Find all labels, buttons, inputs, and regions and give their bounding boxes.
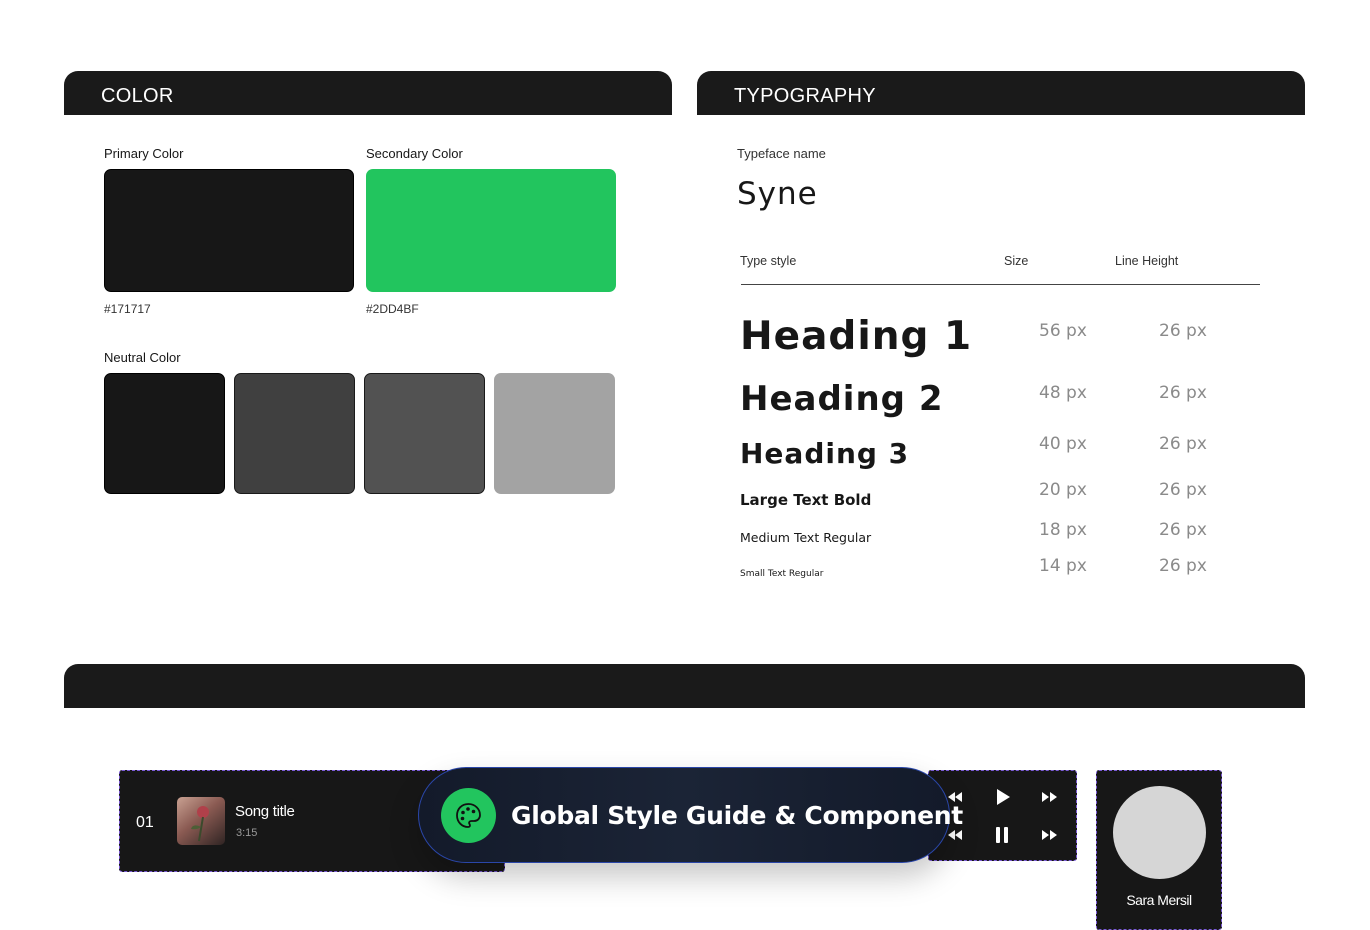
neutral-swatch-2[interactable] (234, 373, 355, 494)
type-style-header: Type style (740, 254, 797, 268)
palette-icon-circle (441, 788, 496, 843)
line-height-header: Line Height (1115, 254, 1179, 268)
song-title: Song title (235, 803, 295, 820)
small-text-size: 14 px (1039, 556, 1087, 576)
primary-color-hex: #171717 (104, 302, 151, 316)
typeface-name: Syne (737, 176, 818, 212)
components-panel-header (64, 664, 1305, 708)
neutral-color-label: Neutral Color (104, 350, 181, 365)
large-text-line-height: 26 px (1159, 480, 1207, 500)
pause-icon[interactable] (994, 826, 1010, 844)
fast-forward-icon[interactable] (1041, 827, 1059, 843)
typography-panel-header: TYPOGRAPHY (697, 71, 1305, 115)
song-duration: 3:15 (236, 827, 258, 839)
heading-2-size: 48 px (1039, 383, 1087, 403)
play-icon[interactable] (995, 788, 1011, 806)
large-text-size: 20 px (1039, 480, 1087, 500)
rose-icon (191, 806, 209, 842)
secondary-color-label: Secondary Color (366, 146, 463, 161)
secondary-color-swatch[interactable] (366, 169, 616, 292)
profile-card[interactable]: Sara Mersil (1096, 770, 1222, 930)
size-header: Size (1004, 254, 1029, 268)
heading-2-line-height: 26 px (1159, 383, 1207, 403)
song-number: 01 (136, 814, 154, 831)
heading-3-sample: Heading 3 (740, 437, 910, 470)
typeface-label: Typeface name (737, 146, 826, 161)
profile-name: Sara Mersil (1126, 892, 1192, 908)
table-divider (741, 284, 1260, 285)
secondary-color-hex: #2DD4BF (366, 302, 419, 316)
heading-3-size: 40 px (1039, 434, 1087, 454)
primary-color-label: Primary Color (104, 146, 184, 161)
typography-panel-title: TYPOGRAPHY (734, 85, 876, 107)
medium-text-size: 18 px (1039, 520, 1087, 540)
album-cover (177, 797, 225, 845)
large-text-bold-sample: Large Text Bold (740, 491, 872, 509)
style-guide-badge: Global Style Guide & Component (418, 767, 963, 863)
heading-2-sample: Heading 2 (740, 379, 944, 419)
color-panel-title: COLOR (101, 85, 174, 107)
medium-text-line-height: 26 px (1159, 520, 1207, 540)
heading-3-line-height: 26 px (1159, 434, 1207, 454)
neutral-swatch-4[interactable] (494, 373, 615, 494)
heading-1-sample: Heading 1 (740, 314, 973, 359)
palette-icon (456, 803, 481, 828)
heading-1-line-height: 26 px (1159, 321, 1207, 341)
heading-1-size: 56 px (1039, 321, 1087, 341)
badge-title: Global Style Guide & Component (511, 801, 963, 830)
medium-text-regular-sample: Medium Text Regular (740, 530, 872, 545)
color-panel-header: COLOR (64, 71, 672, 115)
fast-forward-icon[interactable] (1041, 789, 1059, 805)
primary-color-swatch[interactable] (104, 169, 354, 292)
small-text-regular-sample: Small Text Regular (740, 569, 824, 579)
avatar (1113, 786, 1206, 879)
small-text-line-height: 26 px (1159, 556, 1207, 576)
neutral-swatch-3[interactable] (364, 373, 485, 494)
neutral-swatch-1[interactable] (104, 373, 225, 494)
